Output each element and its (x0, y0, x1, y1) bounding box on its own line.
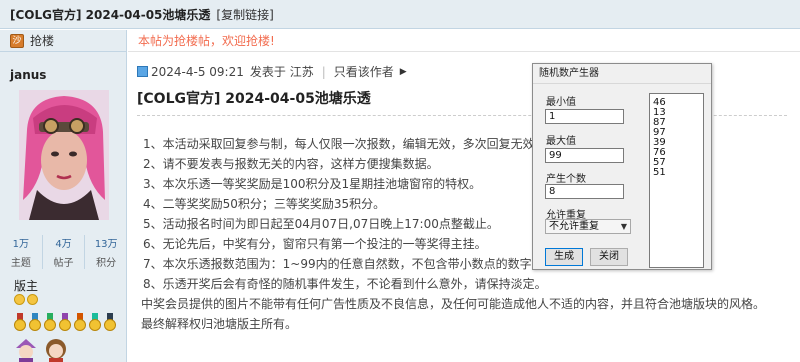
min-value-input[interactable]: 1 (545, 109, 624, 124)
random-number-dialog: 随机数产生器 最小值 1 最大值 99 产生个数 8 允许重复 不允许重复 ▼ … (532, 63, 712, 270)
max-value-input[interactable]: 99 (545, 148, 624, 163)
author-stats: 1万 主题 4万 帖子 13万 积分 (0, 235, 127, 269)
avatar[interactable] (19, 90, 109, 220)
post-meta: 2024-4-5 09:21 发表于 江苏 | 只看该作者 ▶ (137, 63, 407, 80)
stat-topics[interactable]: 1万 主题 (0, 235, 43, 269)
repeat-select[interactable]: 不允许重复 ▼ (545, 219, 631, 234)
post-date: 2024-4-5 09:21 (151, 64, 244, 79)
count-label: 产生个数 (546, 174, 586, 185)
stat-posts-label: 帖子 (53, 258, 74, 269)
medal-icon[interactable] (89, 313, 101, 331)
close-button[interactable]: 关闭 (590, 248, 628, 266)
sofa-row: 沙 抢楼 (0, 30, 127, 52)
chevron-down-icon: ▼ (620, 222, 627, 231)
author-only-link[interactable]: 只看该作者 (334, 63, 394, 80)
post-title: [COLG官方] 2024-04-05池塘乐透 (137, 91, 371, 107)
chibi-badge-icon[interactable] (14, 338, 38, 362)
post-line: 中奖会员提供的图片不能带有任何广告性质及不良信息，及任何可能造成他人不适的内容，… (141, 297, 766, 311)
results-list[interactable]: 46 13 87 97 39 76 57 51 (649, 93, 704, 268)
dialog-body: 最小值 1 最大值 99 产生个数 8 允许重复 不允许重复 ▼ 生成 关闭 4… (533, 84, 711, 269)
thread-title-bar: [COLG官方] 2024-04-05池塘乐透 [复制链接] (0, 0, 800, 29)
stat-topics-value: 1万 (12, 239, 30, 250)
sofa-icon: 沙 (10, 33, 24, 48)
medal-icon[interactable] (44, 313, 56, 331)
smiley-icon (27, 294, 38, 305)
author-role: 版主 (14, 279, 39, 293)
count-input[interactable]: 8 (545, 184, 624, 199)
post-line: 最终解释权归池塘版主所有。 (141, 317, 298, 331)
stat-points[interactable]: 13万 积分 (85, 235, 127, 269)
sofa-label: 抢楼 (30, 34, 55, 48)
stat-posts[interactable]: 4万 帖子 (43, 235, 86, 269)
badge-images (14, 338, 68, 362)
result-item: 51 (653, 167, 666, 178)
copy-link-button[interactable]: [复制链接] (216, 6, 273, 23)
online-status-icon (137, 66, 148, 77)
min-label: 最小值 (546, 97, 576, 108)
stat-posts-value: 4万 (55, 239, 72, 250)
announce-text: 本帖为抢楼帖，欢迎抢楼! (138, 34, 275, 48)
stat-topics-label: 主题 (10, 258, 31, 269)
smiley-icon (14, 294, 25, 305)
medal-icon[interactable] (59, 313, 71, 331)
announce-bar: 本帖为抢楼帖，欢迎抢楼! (128, 30, 800, 52)
chibi-badge-icon[interactable] (44, 338, 68, 362)
max-label: 最大值 (546, 136, 576, 147)
post-line: 8、乐透开奖后会有奇怪的随机事件发生，不论看到什么意外，请保持淡定。 (143, 277, 547, 291)
medal-icon[interactable] (104, 313, 116, 331)
medal-icon[interactable] (29, 313, 41, 331)
author-name[interactable]: janus (10, 68, 46, 82)
medal-icon[interactable] (74, 313, 86, 331)
meta-separator: | (321, 64, 326, 79)
medal-icon[interactable] (14, 313, 26, 331)
stat-points-label: 积分 (96, 258, 117, 269)
rank-smileys (14, 294, 38, 305)
repeat-select-value: 不允许重复 (549, 221, 599, 232)
author-sidebar: 沙 抢楼 janus 1万 主题 4万 帖子 13万 积分 版主 (0, 30, 127, 362)
generate-button[interactable]: 生成 (545, 248, 583, 266)
thread-title: [COLG官方] 2024-04-05池塘乐透 (10, 7, 211, 22)
post-location: 发表于 江苏 (249, 65, 314, 79)
stat-points-value: 13万 (94, 239, 118, 250)
medal-list (14, 313, 116, 331)
arrow-right-icon: ▶ (399, 66, 407, 77)
dialog-title[interactable]: 随机数产生器 (533, 64, 711, 84)
